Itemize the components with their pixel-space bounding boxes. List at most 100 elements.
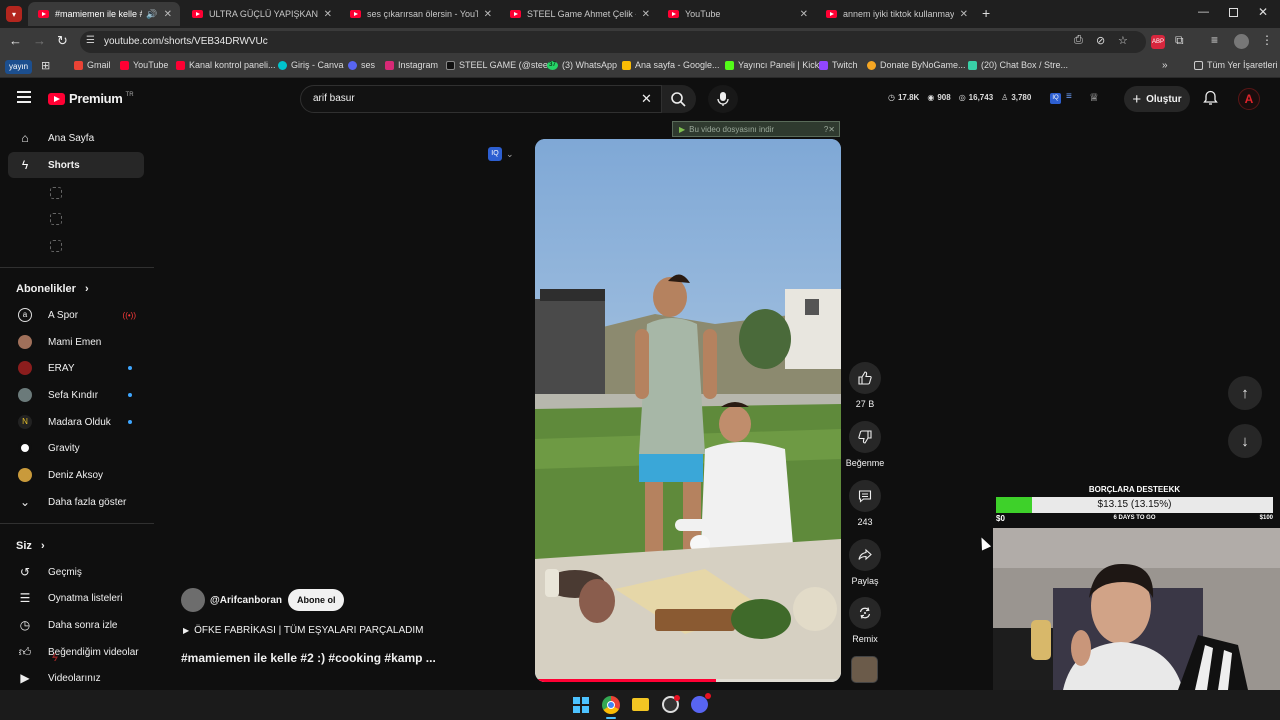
browser-tab[interactable]: YouTube ✕ (658, 2, 816, 26)
sidebar-item-home[interactable]: ⌂ Ana Sayfa (8, 125, 144, 151)
short-title[interactable]: #mamiemen ile kelle #2 :) #cooking #kamp… (181, 651, 436, 665)
sidebar-item-watch-later[interactable]: ◷ Daha sonra izle (8, 612, 144, 638)
tab-search-button[interactable]: ▾ (6, 6, 22, 22)
list-extension-icon[interactable]: ≡ (1066, 91, 1072, 102)
sidebar-item-history[interactable]: ↺ Geçmiş (8, 559, 144, 585)
video-progress-track[interactable] (535, 679, 841, 682)
windows-start-icon[interactable] (573, 697, 589, 713)
close-tab-icon[interactable]: ✕ (800, 9, 808, 20)
back-icon[interactable]: ← (9, 33, 22, 48)
dislike-button[interactable]: Beğenme (843, 421, 887, 468)
subscription-item[interactable]: aA Spor ((•)) (8, 302, 144, 328)
close-tab-icon[interactable]: ✕ (324, 9, 332, 20)
bookmark-google[interactable]: Ana sayfa - Google... (622, 60, 720, 70)
show-more-button[interactable]: ⌄ Daha fazla göster (8, 489, 144, 515)
sidebar-item-playlists[interactable]: ☰ Oynatma listeleri (8, 585, 144, 611)
new-tab-icon[interactable]: + (982, 5, 990, 21)
browser-menu-icon[interactable]: ⋮ (1261, 33, 1273, 47)
channel-name[interactable]: @Arifcanboran (210, 595, 282, 606)
close-tab-icon[interactable]: ✕ (642, 9, 650, 20)
bookmark-bynogame[interactable]: Donate ByNoGame... (867, 60, 966, 70)
subscription-item[interactable]: Deniz Aksoy (8, 462, 144, 488)
bookmark-instagram[interactable]: Instagram (385, 60, 438, 70)
iq-overlay-button[interactable]: IQ ⌄ (488, 144, 526, 164)
subscription-item[interactable]: Gravity (8, 435, 144, 461)
browser-tab[interactable]: ULTRA GÜÇLÜ YAPIŞKANLA YAP ✕ (182, 2, 340, 26)
profile-chip[interactable]: yayın (5, 60, 33, 74)
you-header[interactable]: Siz › (16, 540, 45, 552)
bookmarks-folder[interactable]: Tüm Yer İşaretleri (1194, 60, 1278, 70)
file-explorer-icon[interactable] (632, 698, 649, 711)
chrome-taskbar-icon[interactable] (602, 696, 620, 714)
subscription-item[interactable]: Mami Emen (8, 329, 144, 355)
download-video-bar[interactable]: ▶ Bu video dosyasını indir ?✕ (672, 121, 840, 137)
next-short-button[interactable]: ↓ (1228, 424, 1262, 458)
search-input[interactable]: arif basur ✕ (300, 85, 662, 113)
close-icon[interactable]: ?✕ (824, 125, 835, 134)
bookmark-whatsapp[interactable]: 37 (3) WhatsApp (547, 60, 617, 70)
previous-short-button[interactable]: ↑ (1228, 376, 1262, 410)
adblock-extension-icon[interactable]: ABP (1151, 35, 1165, 49)
install-app-icon[interactable]: ⎙ (1074, 34, 1083, 47)
minimize-icon[interactable]: — (1198, 6, 1209, 18)
voice-search-button[interactable] (708, 85, 738, 113)
like-button[interactable]: 27 B (848, 362, 882, 409)
obs-icon[interactable] (662, 695, 680, 713)
share-button[interactable]: Paylaş (848, 539, 882, 586)
bookmark-kanal[interactable]: Kanal kontrol paneli... (176, 60, 276, 70)
notifications-bell-icon[interactable] (1203, 90, 1218, 111)
iq-extension-icon[interactable]: IQ (1050, 93, 1061, 104)
bookmark-chatbox[interactable]: (20) Chat Box / Stre... (968, 60, 1068, 70)
remix-button[interactable]: Remix (848, 597, 882, 644)
channel-avatar[interactable] (181, 588, 205, 612)
bookmark-youtube[interactable]: YouTube (120, 60, 168, 70)
browser-tab[interactable]: #mamiemen ile kelle #2 :) # 🔊 ✕ (28, 2, 180, 26)
subscription-item[interactable]: Sefa Kındır (8, 382, 144, 408)
reload-icon[interactable]: ↻ (57, 33, 68, 49)
extensions-icon[interactable]: ⧉ (1175, 33, 1184, 48)
apps-grid-icon[interactable]: ⊞ (41, 59, 50, 72)
bookmark-steel-game[interactable]: STEEL GAME (@stee... (446, 60, 555, 70)
restore-icon[interactable] (1229, 8, 1238, 17)
subscription-item[interactable]: ERAY (8, 355, 144, 381)
bookmark-gmail[interactable]: Gmail (74, 60, 111, 70)
subscription-item[interactable]: N Madara Olduk (8, 409, 144, 435)
account-avatar[interactable]: A (1238, 88, 1260, 110)
trophy-icon[interactable]: ♕ (1089, 91, 1099, 104)
create-button[interactable]: + Oluştur (1124, 86, 1190, 112)
browser-tab[interactable]: STEEL Game Ahmet Çelik - YouT ✕ (500, 2, 658, 26)
subscribe-button[interactable]: Abone ol (287, 589, 345, 611)
search-button[interactable] (662, 85, 696, 113)
star-icon[interactable]: ☆ (1118, 34, 1128, 47)
profile-avatar[interactable] (1234, 34, 1249, 49)
youtube-premium-logo[interactable]: Premium TR (48, 91, 134, 106)
bookmark-kick[interactable]: Yayıncı Paneli | Kick (725, 60, 819, 70)
site-info-icon[interactable]: ☰ (86, 35, 95, 46)
forward-icon[interactable]: → (33, 33, 46, 48)
sound-thumbnail[interactable] (851, 656, 878, 683)
clear-search-icon[interactable]: ✕ (641, 91, 652, 107)
playlist-link[interactable]: ▶ ÖFKE FABRİKASI | TÜM EŞYALARI PARÇALAD… (183, 625, 423, 636)
bookmark-twitch[interactable]: Twitch (819, 60, 858, 70)
short-video-player[interactable] (535, 139, 841, 682)
close-tab-icon[interactable]: ✕ (164, 9, 172, 20)
comments-button[interactable]: 243 (848, 480, 882, 527)
speaker-icon[interactable]: 🔊 (146, 9, 157, 20)
close-tab-icon[interactable]: ✕ (484, 9, 492, 20)
bookmark-ses[interactable]: ses (348, 60, 375, 70)
close-tab-icon[interactable]: ✕ (960, 9, 968, 20)
sidebar-item-your-videos[interactable]: ▶ Videolarınız (8, 665, 144, 691)
bookmark-canva[interactable]: Giriş - Canva (278, 60, 344, 70)
browser-tab[interactable]: ses çıkarırsan ölersin - YouTube ✕ (340, 2, 500, 26)
more-bookmarks-icon[interactable]: » (1162, 60, 1168, 71)
sidebar-item-shorts[interactable]: ϟ Shorts (8, 152, 144, 178)
sidebar-item-liked[interactable]: 👍︎ Beğendiğim videolar (8, 639, 144, 665)
subscriptions-header[interactable]: Abonelikler › (16, 283, 89, 295)
browser-tab[interactable]: annem iyiki tiktok kullanmayı b ✕ (816, 2, 976, 26)
url-field[interactable]: ☰ youtube.com/shorts/VEB34DRWVUc ⎙ ⊘ ☆ (80, 31, 1146, 53)
eye-off-icon[interactable]: ⊘ (1096, 34, 1105, 47)
discord-icon[interactable] (691, 693, 711, 713)
media-controls-icon[interactable]: ≡ (1211, 33, 1218, 47)
close-window-icon[interactable]: ✕ (1258, 5, 1268, 19)
hamburger-menu-icon[interactable] (17, 91, 31, 103)
